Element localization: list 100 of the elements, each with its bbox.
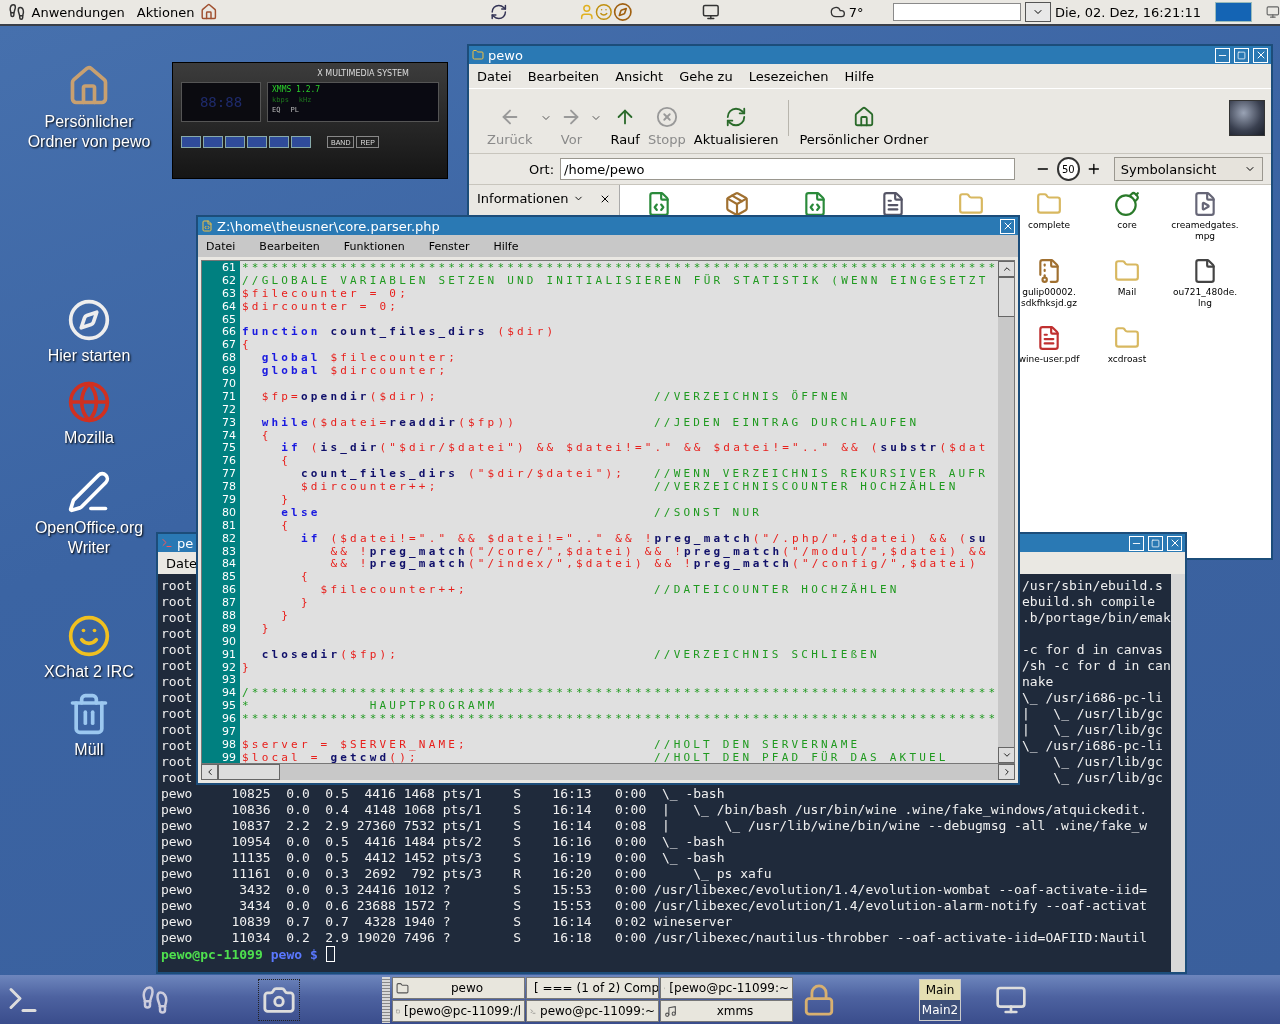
close-button[interactable] bbox=[1000, 218, 1015, 234]
compass-icon[interactable] bbox=[612, 2, 633, 22]
player-control[interactable] bbox=[269, 136, 289, 148]
file-name[interactable]: ou721_480de. lng bbox=[1172, 287, 1238, 309]
caret-icon bbox=[1001, 264, 1012, 274]
desktop-icon-label[interactable]: Persönlicher Ordner von pewo bbox=[20, 112, 158, 152]
taskbar-button[interactable]: xmms bbox=[660, 1000, 793, 1022]
desktop-icon-label[interactable]: OpenOffice.org Writer bbox=[20, 518, 158, 558]
toolbar-button[interactable]: Persönlicher Ordner bbox=[795, 106, 933, 147]
minimize-button[interactable] bbox=[1129, 535, 1144, 551]
file-name[interactable]: core bbox=[1117, 220, 1137, 231]
menu-item[interactable]: Lesezeichen bbox=[748, 68, 829, 84]
scroll-thumb[interactable] bbox=[218, 764, 280, 780]
maximize-button[interactable] bbox=[1234, 47, 1249, 63]
scroll-right-button[interactable] bbox=[998, 764, 1015, 780]
taskbar-button[interactable]: [pewo@pc-11099:~ bbox=[660, 977, 793, 999]
view-select[interactable]: Symbolansicht bbox=[1113, 157, 1263, 181]
menu-item[interactable]: Date bbox=[166, 555, 198, 571]
file-name[interactable]: xcdroast bbox=[1107, 354, 1147, 365]
scroll-up-button[interactable] bbox=[998, 261, 1014, 277]
workspace-button[interactable]: Main bbox=[920, 979, 960, 1000]
document-icon[interactable] bbox=[880, 191, 906, 217]
panel-handle[interactable] bbox=[382, 976, 390, 1023]
file-name[interactable]: creamedgates. mpg bbox=[1171, 220, 1239, 242]
player-control[interactable] bbox=[225, 136, 245, 148]
pdf-file-icon[interactable] bbox=[1036, 325, 1062, 351]
player-control[interactable] bbox=[181, 136, 201, 148]
monitor-icon[interactable] bbox=[702, 3, 720, 21]
terminal-text: -c for d in canvas bbox=[1022, 642, 1163, 658]
menu-item[interactable]: Bearbeiten bbox=[259, 239, 320, 253]
menu-item[interactable]: Bearbeiten bbox=[527, 68, 600, 84]
menu-item[interactable]: Hilfe bbox=[844, 68, 875, 84]
script-file-icon[interactable] bbox=[646, 191, 672, 217]
search-field[interactable] bbox=[893, 3, 1022, 21]
line-number: 71 bbox=[221, 389, 237, 403]
scroll-left-button[interactable] bbox=[201, 764, 218, 780]
line-number: 94 bbox=[221, 686, 237, 700]
line-number: 66 bbox=[221, 325, 237, 339]
lock-icon[interactable] bbox=[802, 982, 836, 1017]
menu-item[interactable]: Datei bbox=[477, 68, 512, 84]
file-name[interactable]: Mail bbox=[1117, 287, 1137, 298]
code-line: $filecounter = 0; bbox=[242, 286, 409, 300]
side-pane-select[interactable]: Informationen bbox=[477, 191, 584, 206]
desktop-icon-label[interactable]: Hier starten bbox=[47, 346, 131, 366]
menu-item[interactable]: Datei bbox=[206, 239, 236, 253]
taskbar-button[interactable]: [pewo@pc-11099:/l bbox=[392, 1000, 525, 1022]
menu-item[interactable]: Fenster bbox=[428, 239, 470, 253]
toolbar-button[interactable]: Aktualisieren bbox=[689, 106, 783, 147]
file-name[interactable]: wine-user.pdf bbox=[1018, 354, 1080, 365]
dropdown-button[interactable] bbox=[1025, 2, 1051, 22]
zoom-in-icon[interactable] bbox=[1086, 161, 1102, 177]
panel-menu[interactable]: Anwendungen bbox=[25, 2, 131, 22]
close-button[interactable] bbox=[1253, 47, 1268, 63]
file-name[interactable]: complete bbox=[1027, 220, 1070, 231]
video-file-icon[interactable] bbox=[1192, 191, 1218, 217]
scroll-thumb[interactable] bbox=[998, 277, 1014, 317]
minimize-button[interactable] bbox=[1215, 47, 1230, 63]
code-comment: //VERZEICHNISCOUNTER HOCHZÄHLEN bbox=[654, 480, 959, 494]
line-number: 79 bbox=[221, 493, 237, 506]
code-line: //GLOBALE VARIABLEN SETZEN UND INITIALISIEREN FÜR STATISTIK (WENN EINGESETZT bbox=[242, 273, 989, 287]
taskbar-button[interactable]: pewo bbox=[392, 977, 525, 999]
desktop-icon-label[interactable]: Mozilla bbox=[64, 428, 114, 448]
player-control[interactable] bbox=[247, 136, 267, 148]
menu-item[interactable]: Hilfe bbox=[493, 239, 519, 253]
text-file-icon[interactable] bbox=[1192, 258, 1218, 284]
toolbar-button[interactable]: Rauf bbox=[606, 106, 644, 147]
maximize-button[interactable] bbox=[1148, 535, 1163, 551]
code-comment: //VERZEICHNIS SCHLIEßEN bbox=[654, 647, 880, 661]
panel-menu[interactable]: Aktionen bbox=[130, 2, 201, 22]
code-line: { bbox=[242, 338, 252, 352]
display-icon[interactable] bbox=[1266, 5, 1280, 19]
smiley-icon[interactable] bbox=[595, 3, 613, 21]
bomb-icon[interactable] bbox=[1114, 191, 1140, 217]
folder-icon[interactable] bbox=[958, 191, 984, 217]
smiley-icon[interactable] bbox=[67, 614, 111, 658]
taskbar-button[interactable]: [ === (1 of 2) Comp bbox=[526, 977, 659, 999]
archive-icon[interactable] bbox=[1036, 258, 1062, 284]
file-name[interactable]: gulip00002. sdkfhksjd.gz bbox=[1021, 287, 1077, 309]
script-file-icon[interactable] bbox=[802, 191, 828, 217]
foot-icon[interactable] bbox=[140, 984, 170, 1015]
player-control[interactable] bbox=[203, 136, 223, 148]
package-icon[interactable] bbox=[724, 191, 750, 217]
document-pen-icon[interactable] bbox=[67, 470, 111, 514]
close-button[interactable] bbox=[1167, 535, 1182, 551]
desktop-icon-label[interactable]: Müll bbox=[74, 740, 104, 760]
menu-item[interactable]: Funktionen bbox=[343, 239, 405, 253]
workspace-button[interactable]: Main2 bbox=[920, 999, 960, 1020]
taskbar-button[interactable]: pewo@pc-11099:~ bbox=[526, 1000, 659, 1022]
location-field[interactable]: /home/pewo bbox=[560, 158, 1015, 180]
line-number: 97 bbox=[221, 725, 237, 738]
desktop-icon-label[interactable]: XChat 2 IRC bbox=[44, 662, 134, 682]
menu-item[interactable]: Ansicht bbox=[615, 68, 664, 84]
foot-icon[interactable] bbox=[8, 3, 26, 21]
menu-item[interactable]: Gehe zu bbox=[679, 68, 733, 84]
terminal-line: pewo 10836 0.0 0.4 4148 1068 pts/1 S 16:14 0:00 | \_ /bin/bash /usr/bin/wine .wine/fake_windows/atquickedit. bbox=[161, 802, 1149, 818]
line-number: 99 bbox=[221, 750, 237, 763]
eject-button[interactable] bbox=[291, 136, 311, 148]
terminal-text: root bbox=[161, 578, 193, 594]
house-icon[interactable] bbox=[200, 3, 218, 21]
scroll-down-button[interactable] bbox=[998, 747, 1014, 763]
